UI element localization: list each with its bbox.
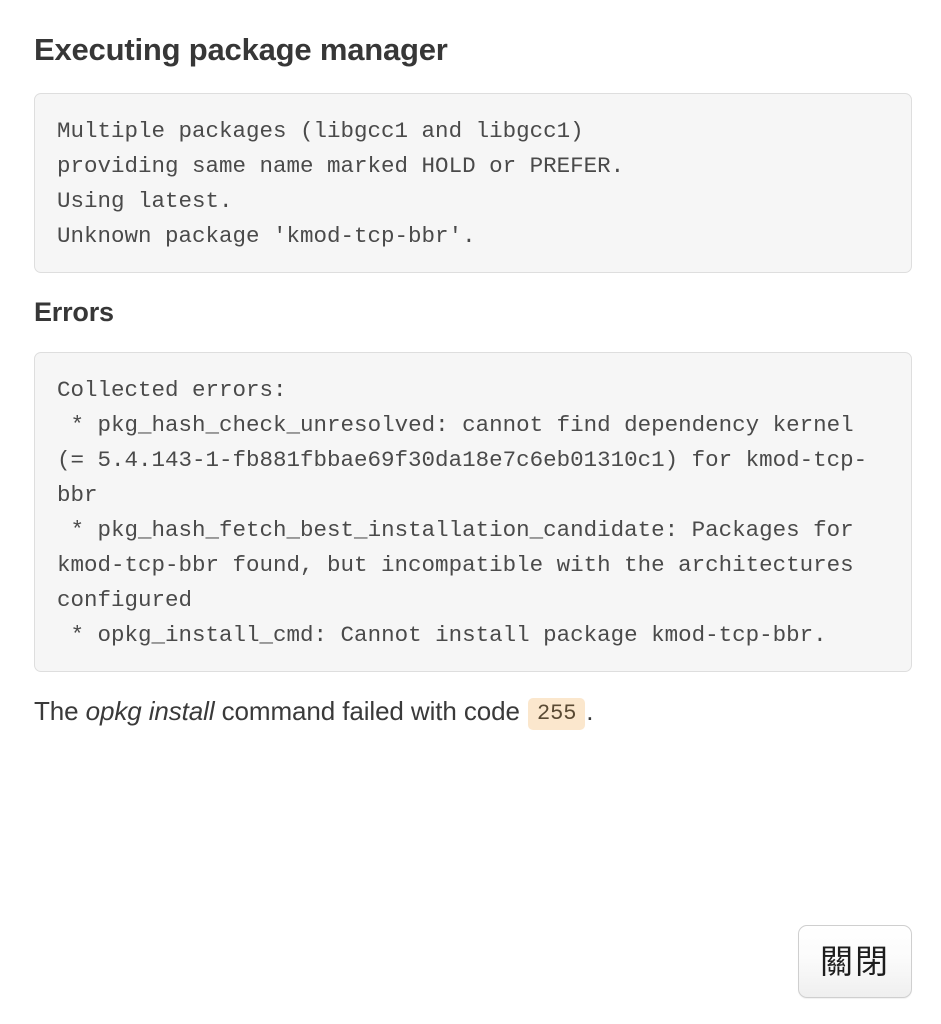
close-button[interactable]: 關閉 — [798, 925, 912, 998]
error-line: * pkg_hash_fetch_best_installation_candi… — [57, 516, 868, 613]
errors-output-block: Collected errors: * pkg_hash_check_unres… — [34, 351, 912, 672]
output-line: Multiple packages (libgcc1 and libgcc1) — [57, 117, 584, 144]
status-message: The opkg install command failed with cod… — [34, 694, 912, 730]
package-manager-output-block: Multiple packages (libgcc1 and libgcc1) p… — [34, 92, 912, 273]
status-prefix: The — [34, 696, 86, 726]
exit-code-badge: 255 — [527, 698, 586, 730]
status-middle: command failed with code — [214, 696, 527, 726]
status-suffix: . — [586, 696, 594, 726]
output-line: providing same name marked HOLD or PREFE… — [57, 152, 625, 179]
dialog-actions: 關閉 — [798, 925, 912, 998]
error-line: * pkg_hash_check_unresolved: cannot find… — [57, 411, 868, 508]
errors-heading: Errors — [34, 297, 114, 327]
dialog-page: Executing package manager Multiple packa… — [0, 0, 941, 1024]
error-line: * opkg_install_cmd: Cannot install packa… — [57, 621, 827, 648]
failed-command-name: opkg install — [85, 696, 215, 726]
output-line: Using latest. — [57, 187, 233, 214]
error-line: Collected errors: — [57, 376, 287, 403]
output-line: Unknown package 'kmod-tcp-bbr'. — [57, 222, 476, 249]
page-title: Executing package manager — [34, 32, 448, 67]
